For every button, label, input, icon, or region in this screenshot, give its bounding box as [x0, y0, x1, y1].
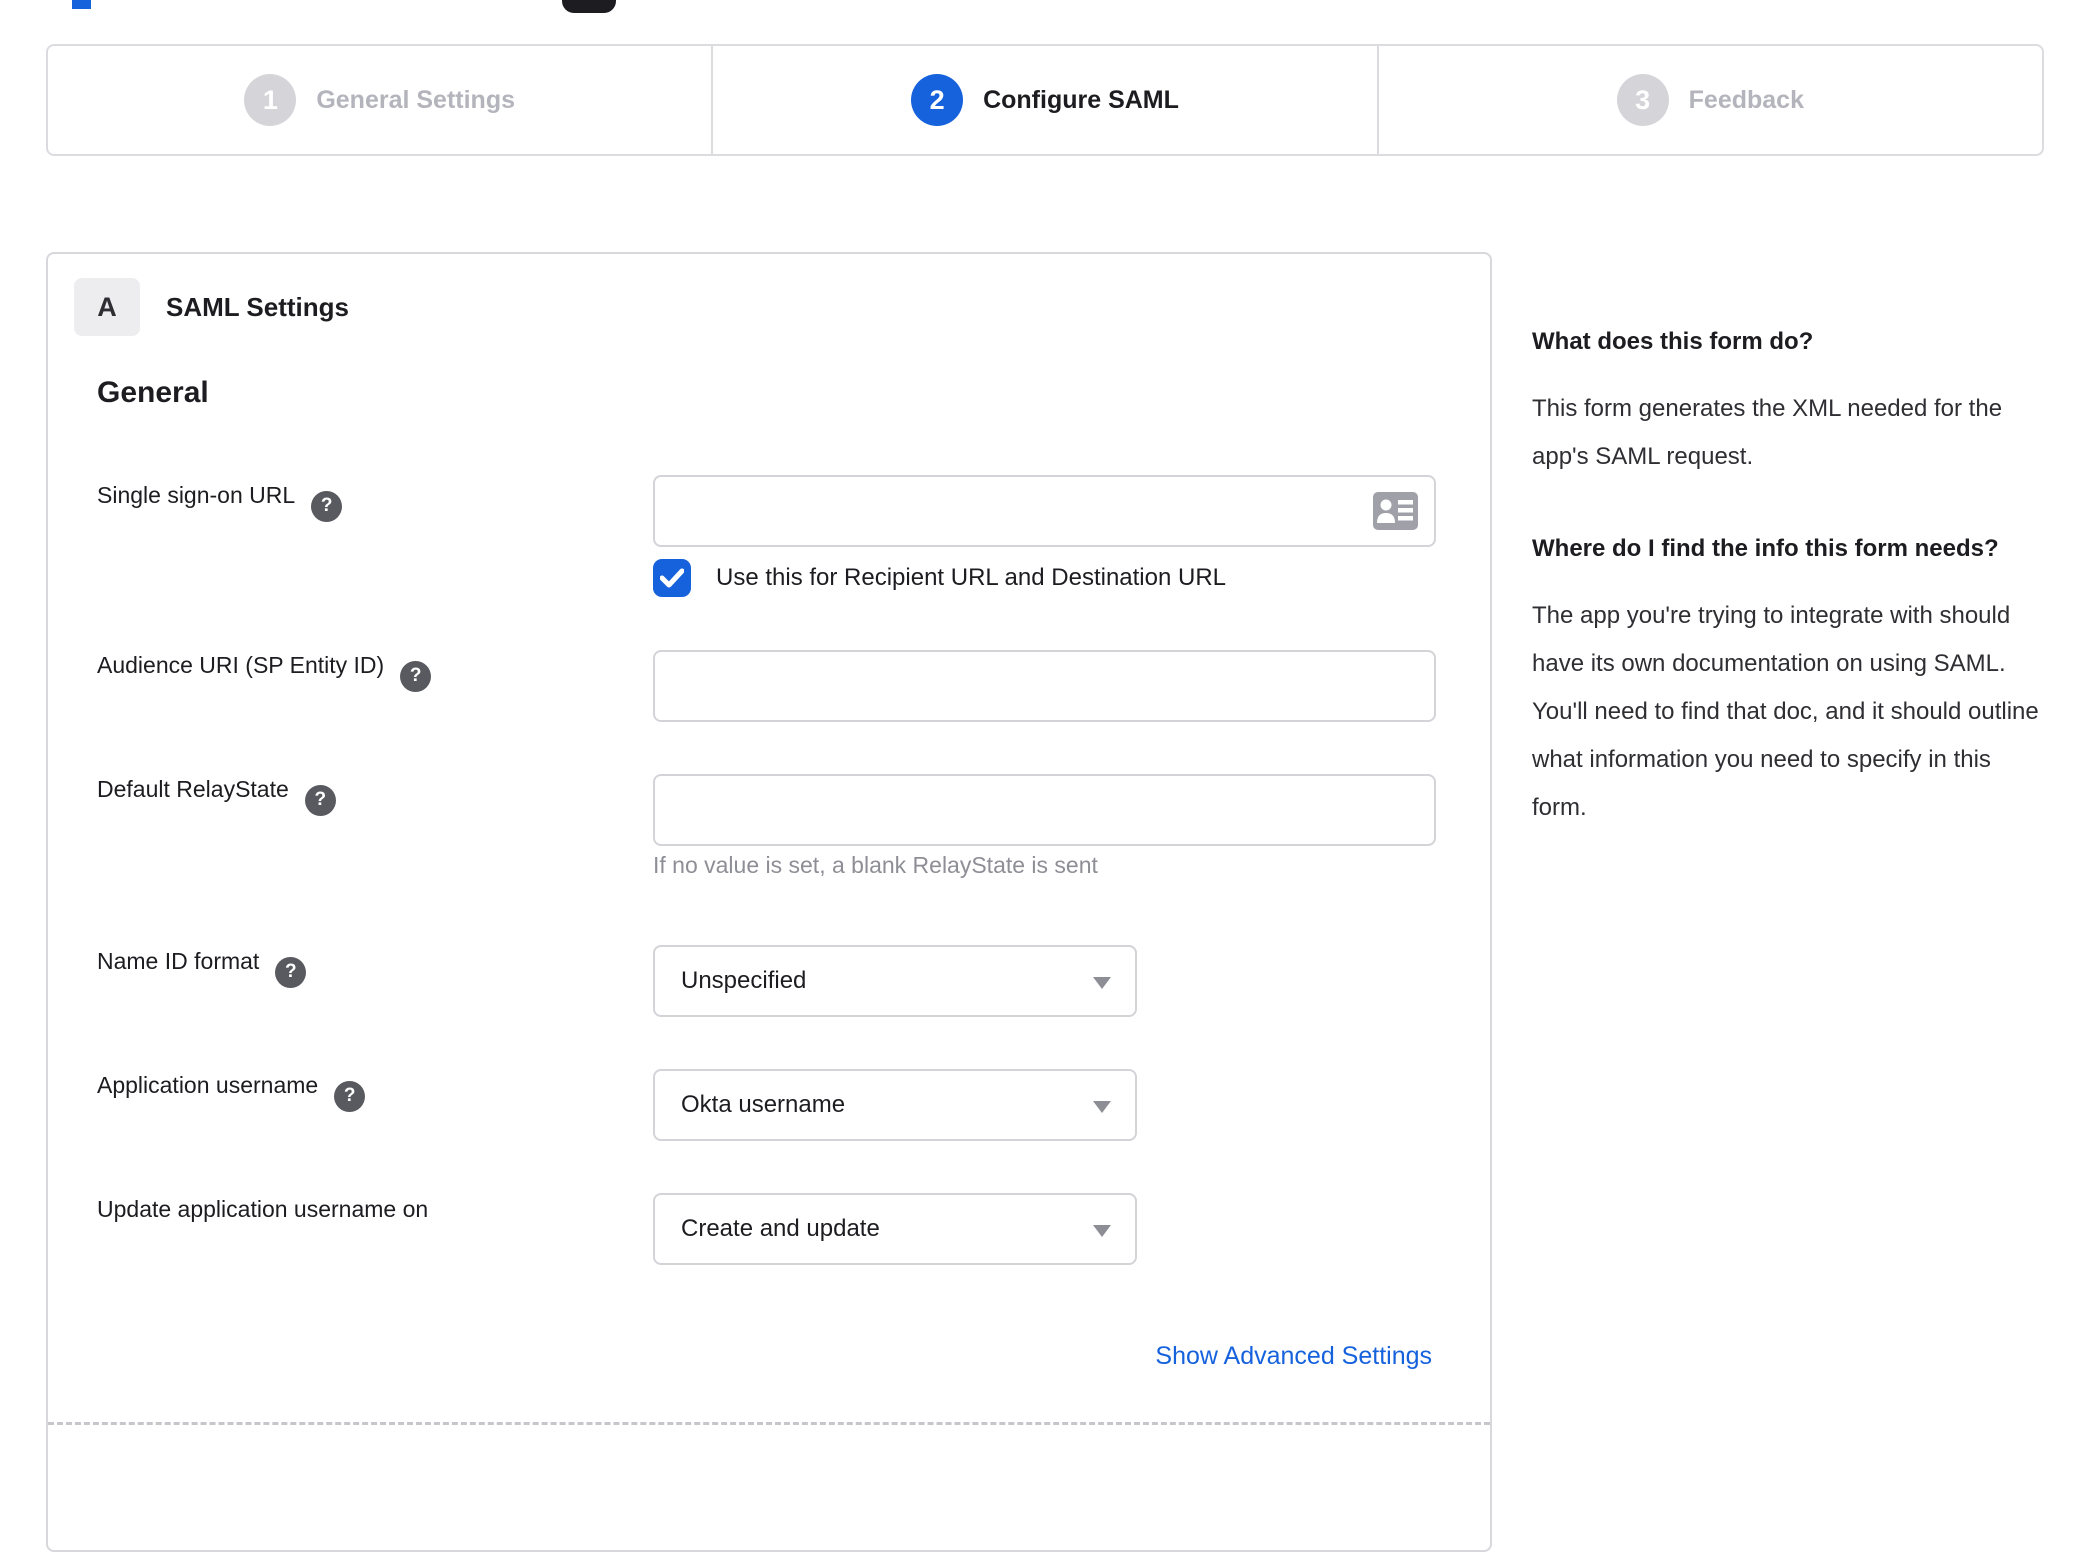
chevron-down-icon [1093, 1225, 1111, 1237]
sso-url-input-wrap [653, 475, 1436, 547]
step-label: General Settings [316, 85, 515, 114]
step-general-settings[interactable]: 1 General Settings [48, 46, 711, 154]
relay-state-input[interactable] [653, 774, 1436, 846]
step-label: Configure SAML [983, 85, 1179, 114]
name-id-format-label: Name ID format? [97, 948, 307, 988]
step-number-badge: 3 [1616, 74, 1669, 126]
app-username-label: Application username? [97, 1072, 366, 1112]
audience-uri-input[interactable] [653, 650, 1436, 722]
section-a-badge: A [74, 278, 140, 336]
step-label: Feedback [1688, 85, 1804, 114]
app-username-value: Okta username [681, 1091, 846, 1118]
update-app-username-select[interactable]: Create and update [653, 1193, 1137, 1265]
recipient-url-checkbox-row: Use this for Recipient URL and Destinati… [653, 559, 1226, 597]
panel-dashed-divider [48, 1422, 1490, 1425]
audience-uri-input-wrap [653, 650, 1436, 722]
wizard-stepper: 1 General Settings 2 Configure SAML 3 Fe… [46, 44, 2044, 156]
sso-url-label: Single sign-on URL? [97, 482, 343, 522]
name-id-format-help-icon[interactable]: ? [275, 956, 307, 988]
step-feedback[interactable]: 3 Feedback [1376, 46, 2042, 154]
sidebar-body-where: The app you're trying to integrate with … [1532, 602, 2039, 821]
app-username-select[interactable]: Okta username [653, 1069, 1137, 1141]
contact-card-icon[interactable] [1373, 492, 1418, 530]
show-advanced-settings-link[interactable]: Show Advanced Settings [1155, 1342, 1432, 1371]
recipient-url-checkbox[interactable] [653, 559, 691, 597]
cutoff-app-logo-fragment [562, 0, 616, 13]
sso-url-input[interactable] [653, 475, 1436, 547]
chevron-down-icon [1093, 1101, 1111, 1113]
relay-state-label: Default RelayState? [97, 776, 336, 816]
help-sidebar: What does this form do? This form genera… [1532, 318, 2052, 876]
chevron-down-icon [1093, 977, 1111, 989]
sso-url-help-icon[interactable]: ? [311, 490, 343, 522]
update-app-username-label: Update application username on [97, 1196, 429, 1222]
sidebar-heading-where: Where do I find the info this form needs… [1532, 535, 1999, 562]
audience-uri-help-icon[interactable]: ? [400, 660, 432, 692]
audience-uri-label: Audience URI (SP Entity ID)? [97, 652, 432, 692]
app-username-help-icon[interactable]: ? [334, 1080, 366, 1112]
step-number-badge: 2 [911, 74, 964, 126]
sidebar-body-what: This form generates the XML needed for t… [1532, 395, 2003, 470]
name-id-format-value: Unspecified [681, 967, 807, 994]
step-configure-saml[interactable]: 2 Configure SAML [711, 46, 1376, 154]
sidebar-heading-what: What does this form do? [1532, 328, 1814, 355]
relay-state-help-icon[interactable]: ? [304, 784, 336, 816]
relay-state-input-wrap [653, 774, 1436, 846]
relay-state-hint: If no value is set, a blank RelayState i… [653, 852, 1098, 878]
step-number-badge: 1 [244, 74, 297, 126]
update-app-username-value: Create and update [681, 1215, 880, 1242]
name-id-format-select[interactable]: Unspecified [653, 945, 1137, 1017]
panel-title: SAML Settings [166, 292, 349, 322]
saml-settings-panel: A SAML Settings General Single sign-on U… [46, 252, 1492, 1552]
recipient-url-checkbox-label: Use this for Recipient URL and Destinati… [716, 564, 1227, 591]
cutoff-blue-icon-fragment [72, 0, 91, 9]
general-group-heading: General [97, 376, 209, 409]
